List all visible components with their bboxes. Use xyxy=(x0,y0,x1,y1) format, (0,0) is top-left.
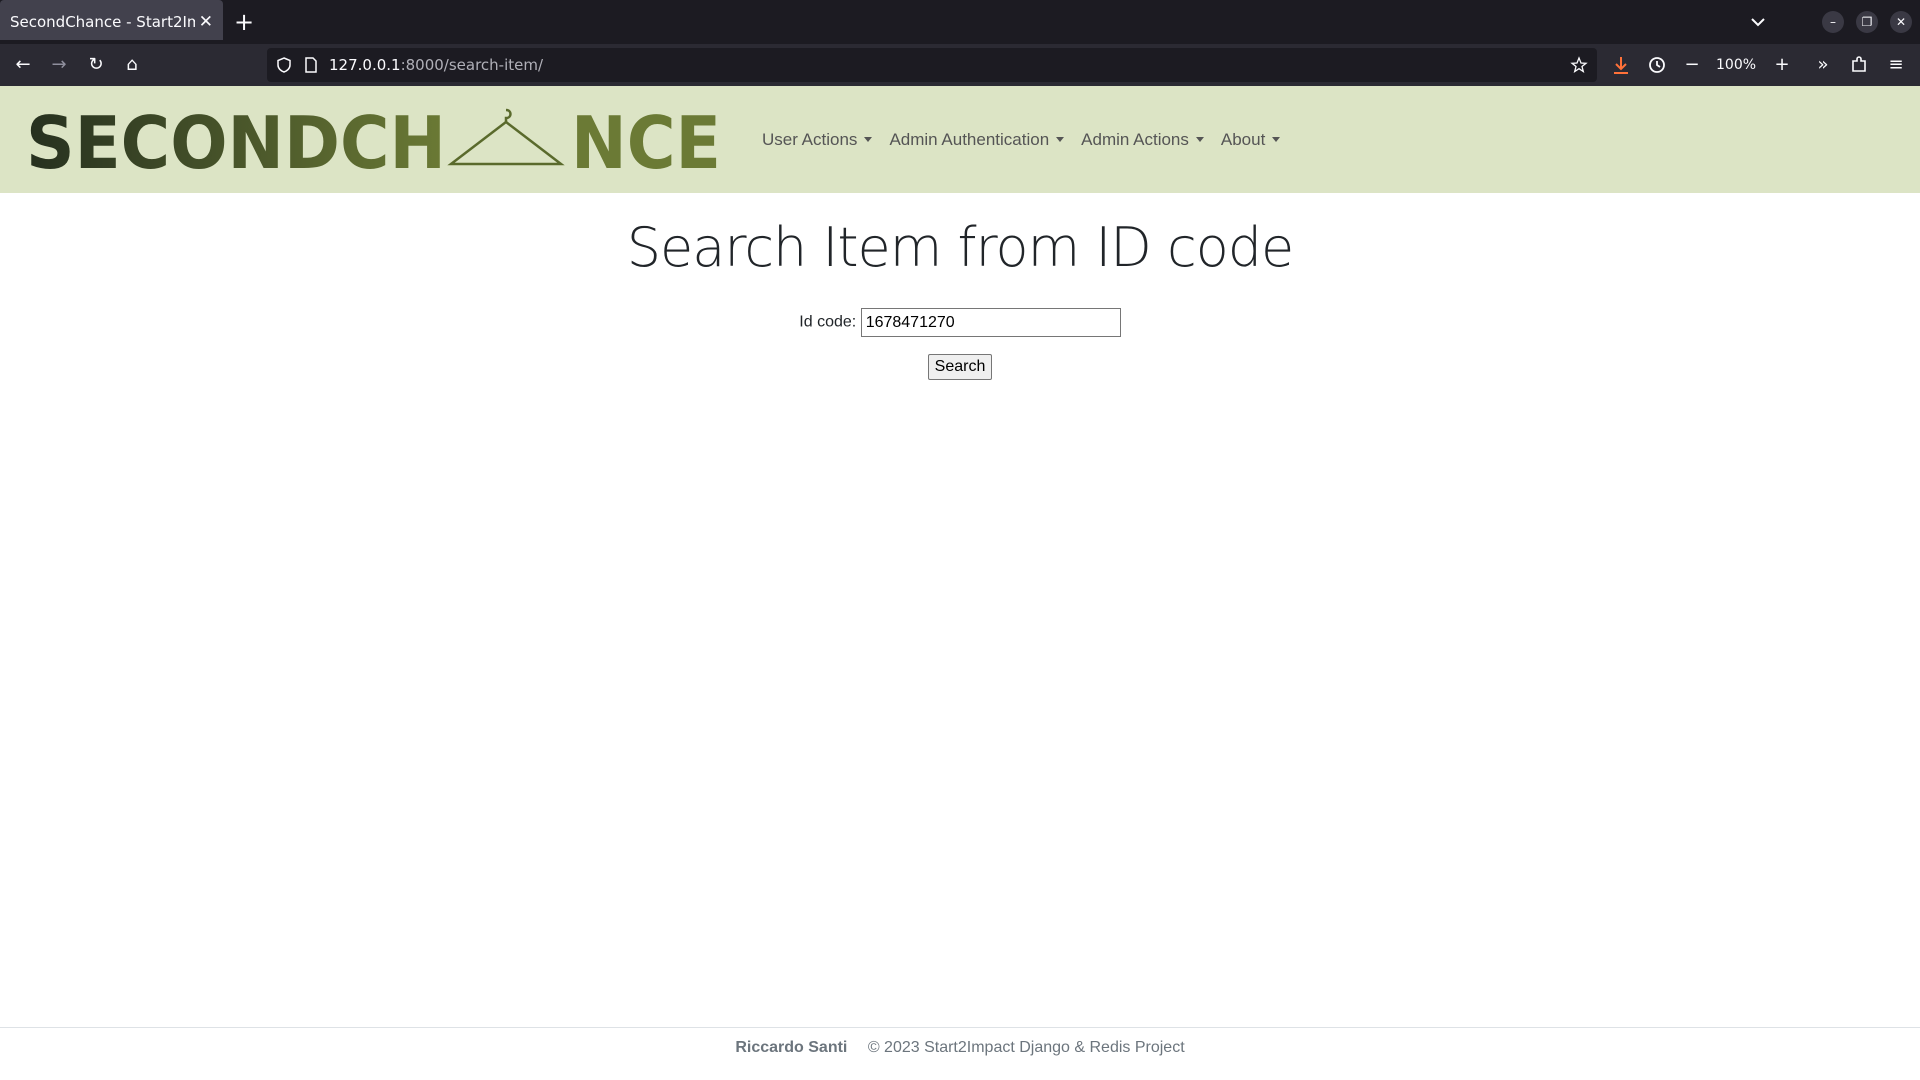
tab-title: SecondChance - Start2Impact xyxy=(10,13,195,31)
page-title: Search Item from ID code xyxy=(626,216,1295,279)
footer-copyright: © 2023 Start2Impact Django & Redis Proje… xyxy=(867,1039,1185,1056)
svg-text:NCE: NCE xyxy=(571,104,721,184)
home-icon[interactable]: ⌂ xyxy=(120,53,144,77)
new-tab-button[interactable]: + xyxy=(234,0,254,44)
browser-tab-bar: SecondChance - Start2Impact ✕ + – ❐ ✕ xyxy=(0,0,1920,44)
restore-icon[interactable]: ❐ xyxy=(1856,11,1878,33)
id-code-input[interactable] xyxy=(860,308,1121,337)
zoom-level[interactable]: 100% xyxy=(1716,44,1756,86)
logo[interactable]: SECONDCH NCE xyxy=(26,101,726,185)
overflow-chevron-icon[interactable]: » xyxy=(1811,53,1835,77)
reload-icon[interactable]: ↻ xyxy=(84,53,108,77)
page-icon[interactable] xyxy=(302,56,320,74)
history-icon[interactable] xyxy=(1645,53,1669,77)
bookmark-star-icon[interactable] xyxy=(1570,56,1588,74)
caret-down-icon xyxy=(1056,137,1065,142)
downloads-icon[interactable] xyxy=(1609,53,1633,77)
forward-icon[interactable]: → xyxy=(47,53,71,77)
shield-icon[interactable] xyxy=(275,56,293,74)
nav-admin-authentication[interactable]: Admin Authentication xyxy=(889,130,1065,150)
extensions-icon[interactable] xyxy=(1847,53,1871,77)
back-icon[interactable]: ← xyxy=(11,53,35,77)
tab-list-chevron-icon[interactable] xyxy=(1748,12,1768,32)
secondchance-logo: SECONDCH NCE xyxy=(26,101,721,185)
search-button[interactable]: Search xyxy=(927,354,993,380)
caret-down-icon xyxy=(1272,137,1281,142)
footer: Riccardo Santi © 2023 Start2Impact Djang… xyxy=(0,1027,1920,1080)
site-header: SECONDCH NCE User Actions Admin Authenti… xyxy=(0,86,1920,193)
tab-close-icon[interactable]: ✕ xyxy=(199,0,213,40)
zoom-in-icon[interactable]: + xyxy=(1770,53,1794,77)
caret-down-icon xyxy=(1195,137,1204,142)
browser-nav-bar: ← → ↻ ⌂ 127.0.0.1:8000/search-item/ − 10… xyxy=(0,44,1920,86)
browser-tab[interactable]: SecondChance - Start2Impact ✕ xyxy=(0,0,223,40)
nav-user-actions[interactable]: User Actions xyxy=(762,130,873,150)
nav-about[interactable]: About xyxy=(1221,130,1281,150)
svg-text:SECONDCH: SECONDCH xyxy=(26,104,446,184)
minimize-icon[interactable]: – xyxy=(1822,11,1844,33)
main-nav: User Actions Admin Authentication Admin … xyxy=(762,86,1297,193)
id-code-label: Id code: xyxy=(799,313,857,331)
search-form: Id code: xyxy=(0,308,1920,337)
nav-admin-actions[interactable]: Admin Actions xyxy=(1081,130,1204,150)
menu-icon[interactable]: ≡ xyxy=(1884,53,1908,77)
zoom-out-icon[interactable]: − xyxy=(1680,53,1704,77)
caret-down-icon xyxy=(864,137,873,142)
url-text[interactable]: 127.0.0.1:8000/search-item/ xyxy=(329,48,543,82)
address-bar[interactable]: 127.0.0.1:8000/search-item/ xyxy=(267,48,1597,82)
close-window-icon[interactable]: ✕ xyxy=(1890,11,1912,33)
footer-author: Riccardo Santi xyxy=(735,1039,848,1056)
